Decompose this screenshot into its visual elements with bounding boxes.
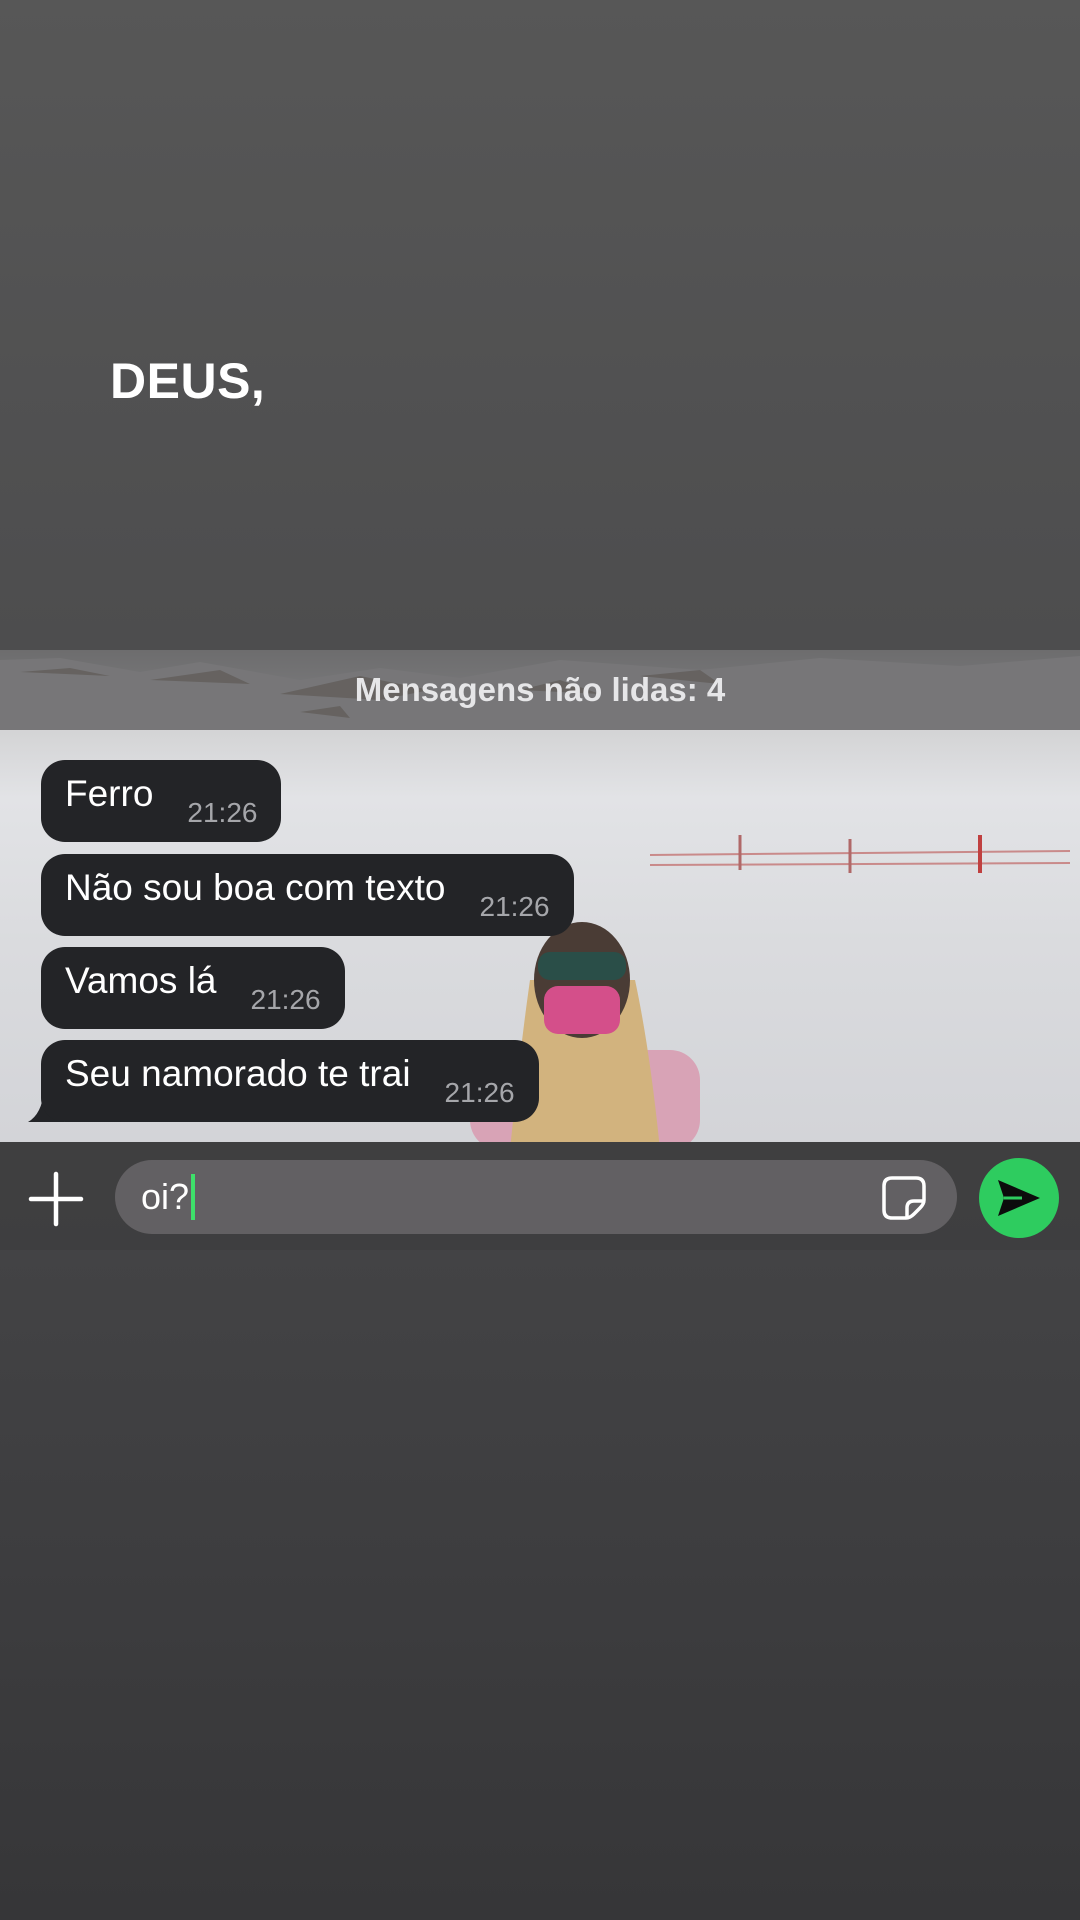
unread-messages-banner: Mensagens não lidas: 4 xyxy=(0,650,1080,730)
message-input-value: oi? xyxy=(141,1176,190,1217)
message-text: Seu namorado te trai xyxy=(65,1053,411,1094)
plus-icon[interactable] xyxy=(26,1169,86,1229)
message-text: Vamos lá xyxy=(65,960,217,1001)
ski-fence-image xyxy=(650,835,1071,873)
message-time: 21:26 xyxy=(187,797,258,828)
send-button[interactable] xyxy=(979,1158,1059,1238)
message-text: Não sou boa com texto xyxy=(65,867,446,908)
text-cursor xyxy=(191,1174,196,1220)
unread-label: Mensagens não lidas: 4 xyxy=(354,671,726,708)
message-bubble[interactable]: Ferro 21:26 xyxy=(41,760,282,842)
message-bubble[interactable]: Seu namorado te trai 21:26 xyxy=(41,1040,539,1122)
sticker-icon[interactable] xyxy=(880,1174,928,1222)
message-bubble[interactable]: Não sou boa com texto 21:26 xyxy=(41,854,574,936)
send-icon xyxy=(998,1180,1040,1216)
message-time: 21:26 xyxy=(444,1077,515,1108)
message-time: 21:26 xyxy=(479,891,550,922)
message-time: 21:26 xyxy=(250,984,321,1015)
message-input[interactable]: oi? xyxy=(115,1160,957,1234)
story-caption: DEUS, xyxy=(110,353,266,409)
message-bubble[interactable]: Vamos lá 21:26 xyxy=(41,947,345,1029)
message-text: Ferro xyxy=(65,773,154,814)
